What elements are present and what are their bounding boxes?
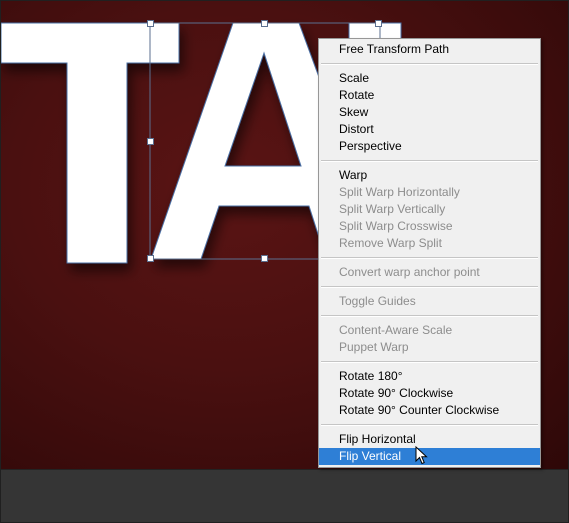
menu-separator (321, 286, 538, 288)
menu-separator (321, 361, 538, 363)
menu-item-scale[interactable]: Scale (319, 70, 540, 87)
menu-item-free-transform-path[interactable]: Free Transform Path (319, 41, 540, 58)
menu-item-perspective[interactable]: Perspective (319, 138, 540, 155)
menu-item-split-warp-vertically: Split Warp Vertically (339, 202, 446, 216)
menu-separator (321, 424, 538, 426)
menu-item-rotate-90-counter-clockwise[interactable]: Rotate 90° Counter Clockwise (319, 402, 540, 419)
menu-item-rotate-180[interactable]: Rotate 180° (319, 368, 540, 385)
menu-item-distort[interactable]: Distort (319, 121, 540, 138)
transform-handle-top-right[interactable] (375, 20, 382, 27)
menu-item-skew[interactable]: Skew (319, 104, 540, 121)
menu-item-toggle-guides: Toggle Guides (339, 294, 416, 308)
menu-item-convert-warp-anchor-point: Convert warp anchor point (339, 265, 480, 279)
app-frame: Free Transform Path Scale Rotate Skew Di… (0, 0, 569, 523)
transform-handle-top-middle[interactable] (261, 20, 268, 27)
menu-item-flip-horizontal[interactable]: Flip Horizontal (319, 431, 540, 448)
menu-item-remove-warp-split: Remove Warp Split (339, 236, 442, 250)
menu-item-rotate-90-clockwise[interactable]: Rotate 90° Clockwise (319, 385, 540, 402)
transform-handle-bottom-left[interactable] (147, 255, 154, 262)
menu-separator (321, 63, 538, 65)
menu-item-split-warp-crosswise: Split Warp Crosswise (339, 219, 453, 233)
menu-item-content-aware-scale: Content-Aware Scale (339, 323, 453, 337)
bottom-panel (1, 469, 568, 522)
menu-separator (321, 315, 538, 317)
menu-item-rotate[interactable]: Rotate (319, 87, 540, 104)
menu-separator (321, 160, 538, 162)
menu-separator (321, 257, 538, 259)
menu-item-puppet-warp: Puppet Warp (339, 340, 409, 354)
mouse-pointer-icon (415, 446, 428, 465)
transform-handle-top-left[interactable] (147, 20, 154, 27)
transform-handle-bottom-middle[interactable] (261, 255, 268, 262)
transform-context-menu: Free Transform Path Scale Rotate Skew Di… (318, 38, 541, 468)
menu-item-warp[interactable]: Warp (319, 167, 540, 184)
menu-item-flip-vertical[interactable]: Flip Vertical (319, 448, 540, 465)
transform-handle-middle-left[interactable] (147, 138, 154, 145)
menu-item-split-warp-horizontally: Split Warp Horizontally (339, 185, 460, 199)
